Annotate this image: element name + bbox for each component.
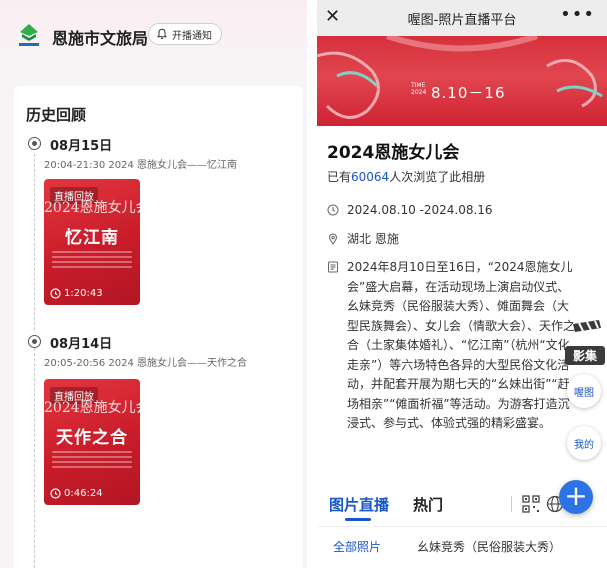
album-logo-button[interactable]: 影集 [565, 318, 605, 366]
album-title: 2024恩施女儿会 [327, 143, 460, 163]
item-subtitle: 20:04-21:30 2024 恩施女儿会——忆江南 [44, 160, 238, 171]
subscribe-label: 开播通知 [172, 30, 212, 42]
clock-icon [50, 288, 61, 299]
add-button[interactable]: + [559, 480, 593, 514]
timeline-dot [28, 335, 41, 348]
location-pin-icon [328, 233, 338, 245]
item-date: 08月15日 [50, 139, 113, 154]
filter-all-photos[interactable]: 全部照片 [333, 538, 381, 555]
timeline-dot [28, 137, 41, 150]
views-prefix: 已有 [327, 170, 352, 184]
top-bar: ✕ 喔图-照片直播平台 ••• [317, 0, 607, 36]
duration-badge: 1:20:43 [50, 288, 103, 299]
view-count: 已有60064人次浏览了此相册 [327, 168, 485, 185]
description-text: 2024年8月10日至16日，“2024恩施女儿会”盛大启幕，在活动现场上演启动… [347, 260, 576, 430]
tab-bar-border [317, 526, 607, 527]
duration-text: 1:20:43 [64, 288, 103, 299]
location-row: 湖北 恩施 [327, 230, 399, 247]
tab-active-indicator [345, 518, 371, 521]
bell-icon [157, 28, 167, 39]
tab-hot[interactable]: 热门 [413, 494, 443, 515]
banner-date: 8.10－16 [431, 84, 506, 102]
views-number: 60064 [351, 170, 390, 184]
banner-time-label-line: TIME [411, 82, 426, 89]
duration-text: 0:46:24 [64, 488, 103, 499]
tab-live-photos[interactable]: 图片直播 [329, 494, 389, 515]
item-date: 08月14日 [50, 337, 113, 352]
filter-category[interactable]: 幺妹竞秀（民俗服装大秀） [417, 538, 561, 555]
document-icon [328, 261, 338, 273]
org-logo-icon [19, 24, 39, 46]
timeline-line [34, 348, 35, 568]
duration-badge: 0:46:24 [50, 488, 103, 499]
thumb-text-lines [52, 451, 132, 479]
thumb-title: 天作之合 [56, 428, 128, 448]
timeline-line [34, 154, 35, 330]
qr-code-icon[interactable] [522, 495, 540, 513]
more-icon[interactable]: ••• [560, 4, 595, 25]
my-button[interactable]: 我的 [567, 426, 601, 460]
tab-divider [511, 496, 512, 512]
replay-thumbnail[interactable]: 直播回放 2024恩施女儿会 忆江南 1:20:43 [44, 179, 140, 305]
replay-thumbnail[interactable]: 直播回放 2024恩施女儿会 天作之合 0:46:24 [44, 379, 140, 505]
subscribe-button[interactable]: 开播通知 [148, 23, 222, 45]
clock-icon [327, 204, 339, 216]
left-panel: 恩施市文旅局 开播通知 历史回顾 08月15日 20:04-21:30 2024… [0, 0, 307, 568]
banner-decoration [317, 36, 603, 119]
history-card: 历史回顾 08月15日 20:04-21:30 2024 恩施女儿会——忆江南 … [14, 86, 303, 568]
org-name[interactable]: 恩施市文旅局 [52, 25, 148, 49]
right-panel: ✕ 喔图-照片直播平台 ••• TIME 2024 8.10－16 2024恩施… [317, 0, 607, 568]
thumb-text-lines [52, 251, 132, 279]
date-text: 2024.08.10 -2024.08.16 [347, 203, 493, 217]
thumb-title: 忆江南 [65, 228, 119, 248]
album-banner: TIME 2024 8.10－16 [317, 36, 607, 126]
thumb-script-title: 2024恩施女儿会 [44, 400, 140, 416]
item-subtitle: 20:05-20:56 2024 恩施女儿会——天作之合 [44, 358, 248, 369]
date-row: 2024.08.10 -2024.08.16 [327, 203, 493, 217]
org-header: 恩施市文旅局 开播通知 [0, 0, 307, 70]
album-logo-text: 影集 [565, 346, 605, 365]
history-title: 历史回顾 [26, 106, 87, 124]
wotu-button[interactable]: 喔图 [567, 374, 601, 408]
thumb-script-title: 2024恩施女儿会 [44, 200, 140, 216]
location-text: 湖北 恩施 [347, 232, 399, 246]
banner-time-label: TIME 2024 [411, 82, 426, 96]
views-suffix: 人次浏览了此相册 [389, 170, 486, 184]
clock-icon [50, 488, 61, 499]
banner-year-label: 2024 [411, 89, 427, 96]
photo-filters: 全部照片 幺妹竞秀（民俗服装大秀） [317, 532, 607, 562]
